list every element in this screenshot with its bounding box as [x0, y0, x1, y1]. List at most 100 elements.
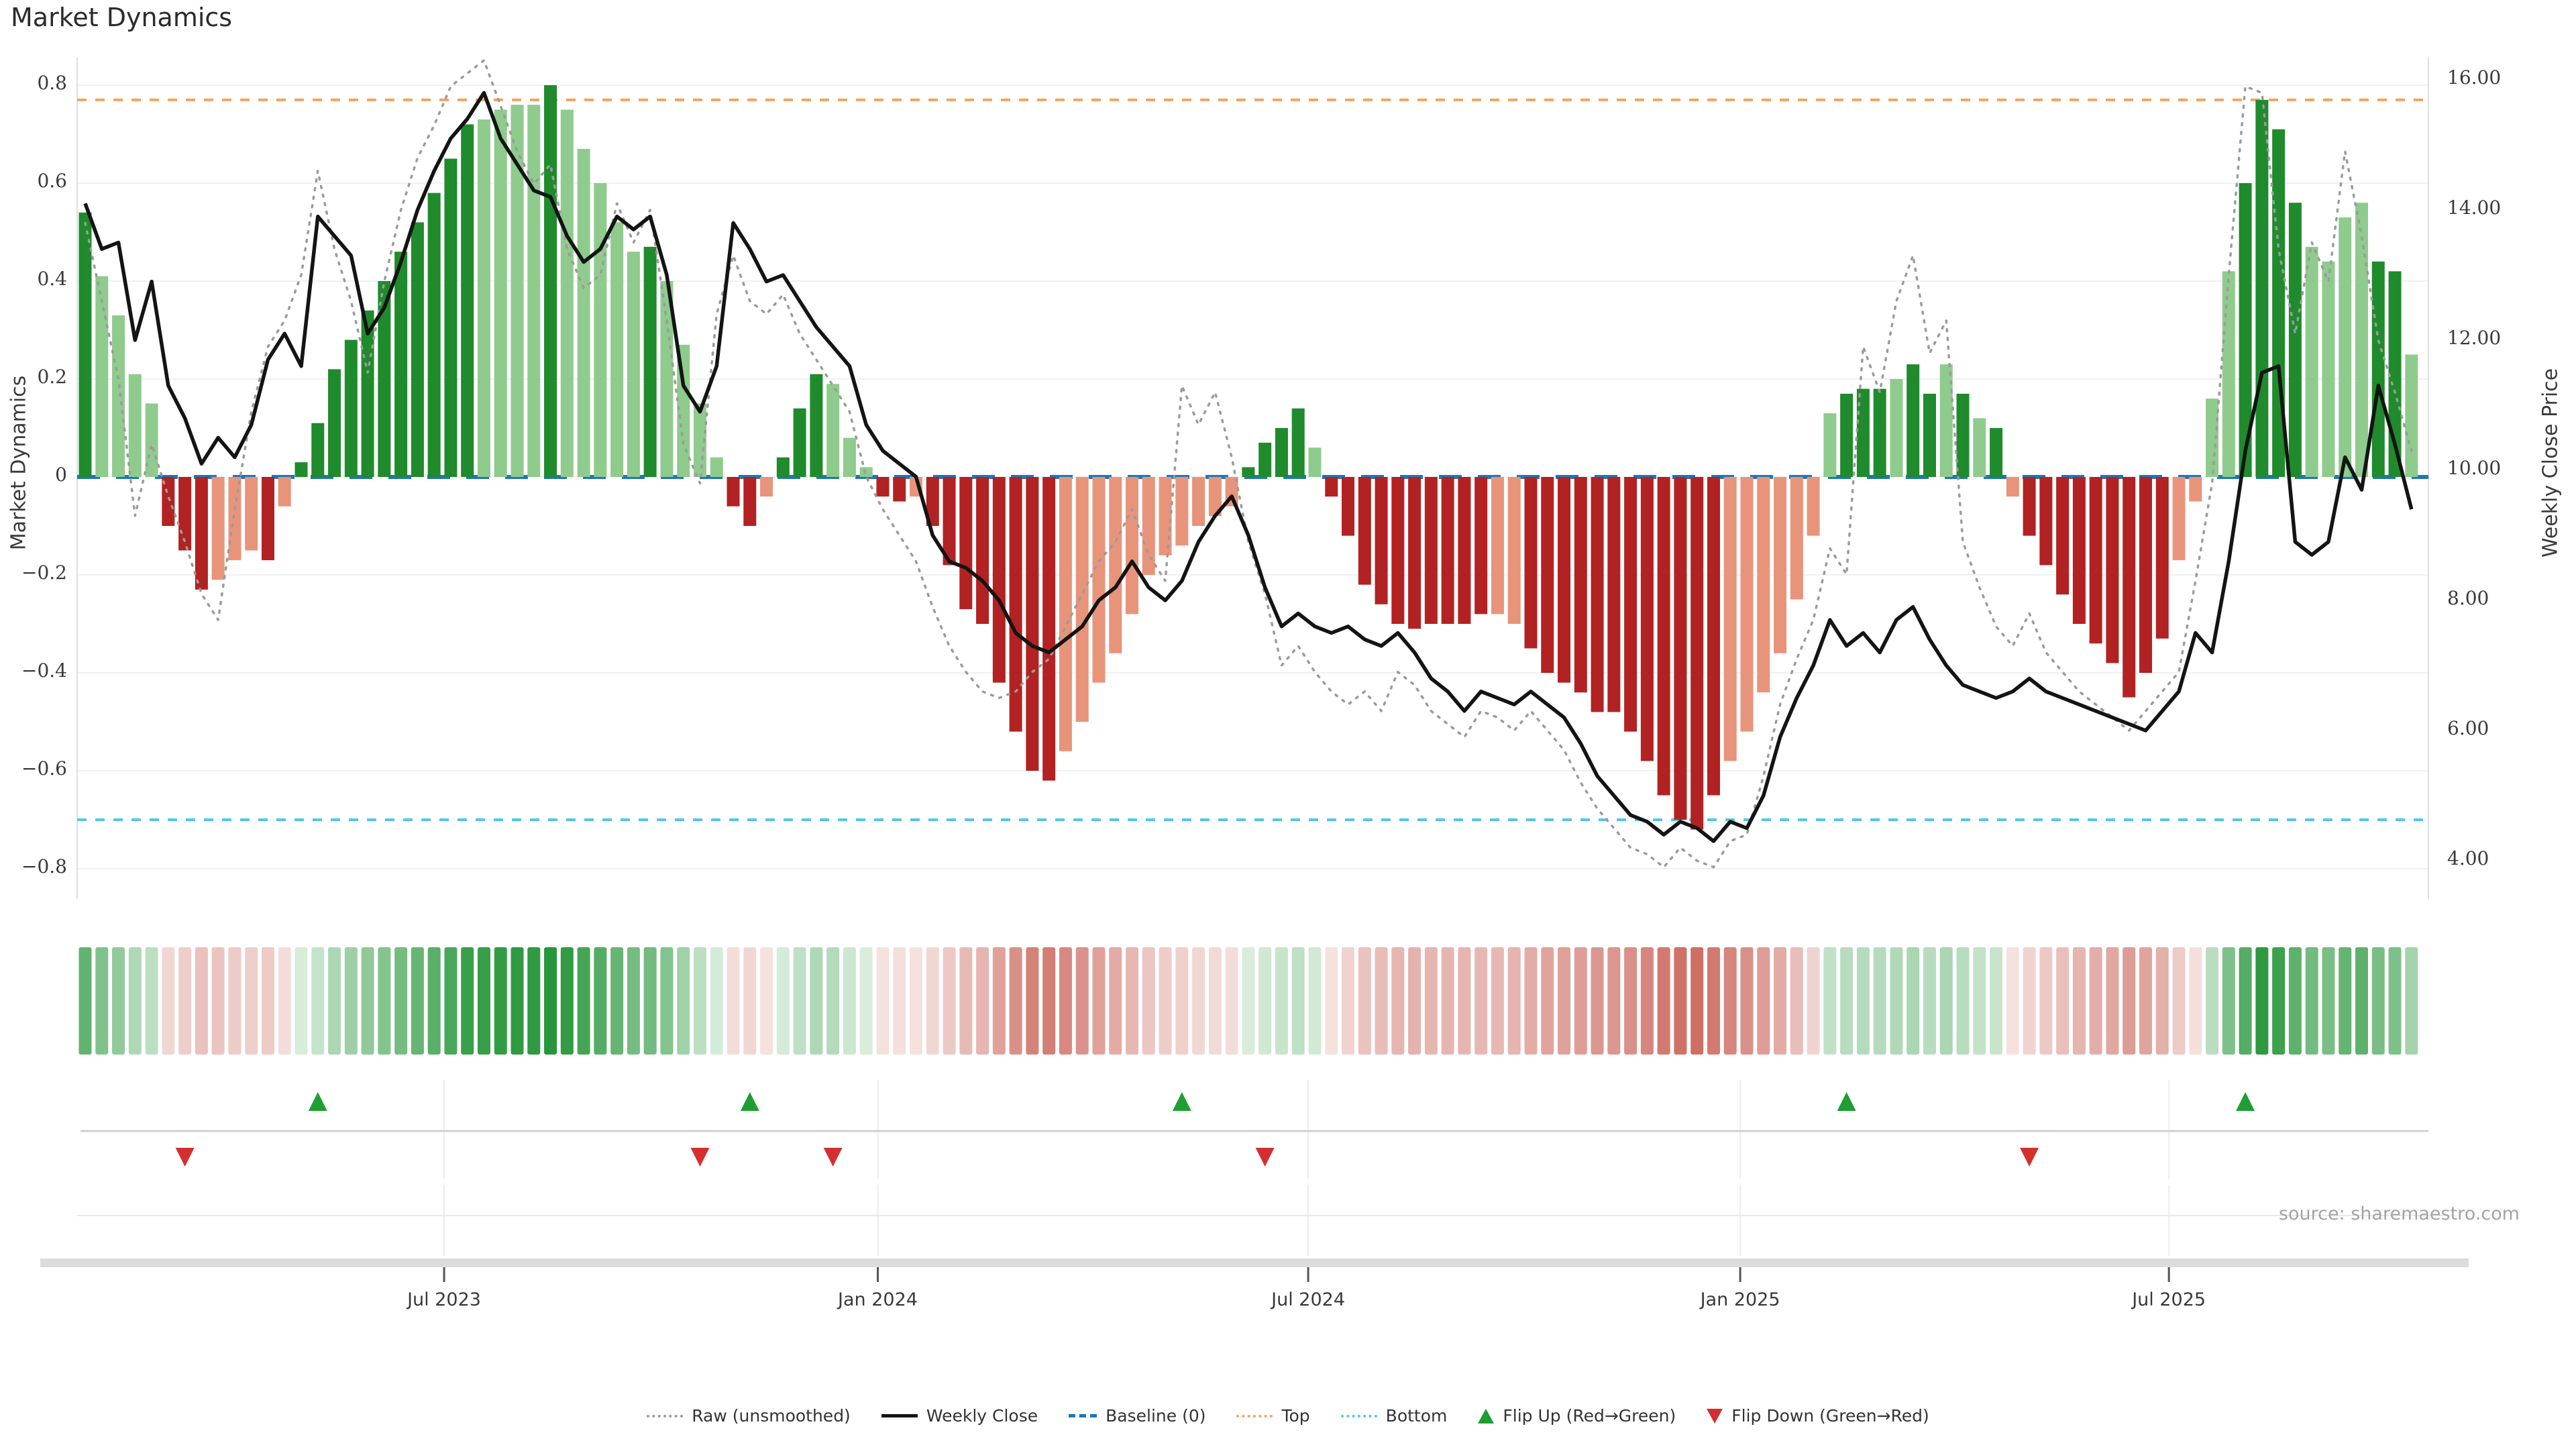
heatmap-cell: [311, 947, 324, 1055]
legend-label: Flip Down (Green→Red): [1731, 1406, 1929, 1426]
dynamics-bar: [212, 477, 225, 580]
heatmap-cell: [1358, 947, 1371, 1055]
heatmap-cell: [2339, 947, 2351, 1055]
heatmap-cell: [2239, 947, 2252, 1055]
dynamics-bar: [1258, 443, 1271, 477]
flip-down-marker-icon: [2020, 1148, 2039, 1167]
flip-down-marker-icon: [824, 1148, 843, 1167]
heatmap-cell: [1940, 947, 1953, 1055]
legend-item-flip-up: Flip Up (Red→Green): [1478, 1406, 1676, 1426]
heatmap-cell: [1707, 947, 1720, 1055]
heatmap-cell: [1059, 947, 1072, 1055]
x-tick-label: Jan 2025: [1666, 1291, 1814, 1309]
dynamics-bar: [2355, 203, 2368, 477]
dynamics-bar: [2139, 477, 2152, 673]
dynamics-bar: [2289, 203, 2302, 477]
dynamics-bar: [112, 315, 125, 477]
heatmap-cell: [2056, 947, 2069, 1055]
heatmap-cell: [444, 947, 457, 1055]
dynamics-bar: [1142, 477, 1155, 575]
dynamics-bar: [1109, 477, 1122, 653]
dynamics-bar: [278, 477, 291, 506]
heatmap-cell: [694, 947, 706, 1055]
heatmap-cell: [411, 947, 424, 1055]
heatmap-cell: [2039, 947, 2052, 1055]
dynamics-bar: [2372, 262, 2385, 477]
dynamics-bar: [843, 438, 856, 477]
heatmap-cell: [926, 947, 939, 1055]
heatmap-cell: [943, 947, 956, 1055]
heatmap-cell: [1591, 947, 1604, 1055]
heatmap-cell: [195, 947, 208, 1055]
heatmap-cell: [527, 947, 540, 1055]
dynamics-bar: [1508, 477, 1521, 624]
heatmap-cell: [212, 947, 225, 1055]
flip-up-marker-icon: [741, 1092, 759, 1111]
y-tick-label: 0.2: [5, 368, 67, 386]
heatmap-cell: [2156, 947, 2169, 1055]
heatmap-cell: [860, 947, 873, 1055]
dynamics-bar: [627, 252, 640, 477]
dynamics-bar: [876, 477, 889, 496]
heatmap-cell: [228, 947, 241, 1055]
dynamics-bar: [2405, 355, 2418, 478]
dynamics-bar: [644, 247, 657, 477]
heatmap-cell: [1674, 947, 1686, 1055]
heatmap-cell: [2073, 947, 2086, 1055]
flip-down-triangle-icon: [1707, 1409, 1723, 1424]
dynamics-bar: [893, 477, 906, 502]
dynamics-bar: [1674, 477, 1686, 820]
heatmap-cell: [777, 947, 790, 1055]
heatmap-cell: [794, 947, 806, 1055]
dynamics-bar: [544, 85, 557, 477]
heatmap-cell: [1774, 947, 1786, 1055]
dynamics-bar: [1641, 477, 1654, 761]
y-tick-label: 0: [5, 466, 67, 484]
close-line-swatch: [881, 1414, 918, 1417]
heatmap-cell: [1042, 947, 1055, 1055]
dynamics-bar: [1408, 477, 1421, 629]
heatmap-cell: [2023, 947, 2036, 1055]
dynamics-bar: [1275, 428, 1288, 477]
heatmap-cell: [2372, 947, 2385, 1055]
dynamics-bar: [727, 477, 740, 506]
heatmap-cell: [1907, 947, 1919, 1055]
dynamics-bar: [2306, 247, 2318, 477]
heatmap-cell: [677, 947, 690, 1055]
dynamics-bar: [79, 213, 92, 477]
dynamics-bar: [345, 340, 358, 477]
dynamics-bar: [610, 222, 623, 477]
heatmap-cell: [1258, 947, 1271, 1055]
heatmap-cell: [2206, 947, 2218, 1055]
x-tick-label: Jan 2024: [804, 1291, 952, 1309]
dynamics-bar: [1092, 477, 1105, 683]
heatmap-cell: [1607, 947, 1620, 1055]
dynamics-bar: [1541, 477, 1554, 673]
heatmap-cell: [1159, 947, 1172, 1055]
dynamics-bar: [195, 477, 208, 590]
dynamics-bar: [1175, 477, 1188, 545]
baseline-swatch: [1069, 1414, 1097, 1417]
dynamics-bar: [1923, 394, 1936, 477]
dynamics-bar: [1724, 477, 1737, 761]
dynamics-bar: [1741, 477, 1754, 732]
dynamics-bar: [95, 276, 108, 477]
heatmap-cell: [1308, 947, 1321, 1055]
heatmap-cell: [95, 947, 108, 1055]
dynamics-bar: [328, 369, 341, 477]
heatmap-cell: [810, 947, 822, 1055]
heatmap-cell: [245, 947, 258, 1055]
y-tick-label: −0.4: [5, 661, 67, 680]
dynamics-bar: [1242, 467, 1254, 477]
heatmap-cell: [112, 947, 125, 1055]
dynamics-bar: [2056, 477, 2069, 594]
dynamics-bar: [1591, 477, 1604, 712]
dynamics-bar: [311, 423, 324, 477]
dynamics-bar: [2255, 100, 2268, 477]
dynamics-bar: [959, 477, 972, 609]
heatmap-cell: [578, 947, 590, 1055]
dynamics-bar: [777, 458, 790, 477]
y-tick-label: 8.00: [2447, 589, 2489, 608]
y-tick-label: 0.6: [5, 172, 67, 191]
heatmap-cell: [378, 947, 390, 1055]
